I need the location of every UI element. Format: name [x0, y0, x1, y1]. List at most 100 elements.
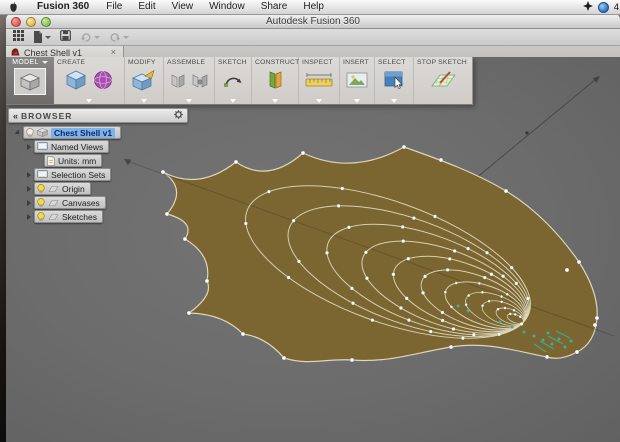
- measure-icon[interactable]: [304, 70, 334, 95]
- menu-file[interactable]: File: [98, 0, 130, 14]
- expand-arrow-icon[interactable]: [27, 171, 31, 178]
- ribbon-section-insert: INSERT: [340, 57, 375, 104]
- tab-close-icon[interactable]: ×: [111, 48, 116, 57]
- sketch-spline-icon[interactable]: [222, 69, 244, 96]
- section-label-construct: CONSTRUCT: [255, 59, 300, 66]
- close-window-button[interactable]: [11, 17, 21, 27]
- menu-app-name[interactable]: Fusion 360: [28, 0, 98, 14]
- ribbon-section-stop-sketch: STOP SKETCH: [414, 57, 472, 104]
- section-label-inspect: INSPECT: [302, 59, 333, 66]
- section-label-sketch: SKETCH: [218, 59, 247, 66]
- desktop: { "menubar": { "app_name": "Fusion 360",…: [0, 0, 620, 442]
- modify-dropdown-icon[interactable]: [141, 99, 147, 103]
- tree-item-units[interactable]: Units: mm: [8, 154, 188, 167]
- tree-item-selection-sets[interactable]: Selection Sets: [8, 168, 188, 181]
- insert-dropdown-icon[interactable]: [354, 99, 360, 103]
- visibility-bulb-icon[interactable]: [26, 127, 34, 138]
- tree-item-label[interactable]: Canvases: [62, 198, 100, 208]
- workspace-model-label: MODEL: [12, 59, 39, 66]
- tree-item-sketches[interactable]: Sketches: [8, 210, 188, 223]
- zoom-window-button[interactable]: [41, 17, 51, 27]
- press-pull-icon[interactable]: [132, 68, 156, 97]
- menu-share[interactable]: Share: [253, 0, 296, 14]
- save-icon[interactable]: [60, 28, 71, 46]
- viewport[interactable]: MODEL CREATE MODIFY ASSEMBLE SKETCH CONS…: [6, 57, 620, 442]
- spaces-icon[interactable]: [582, 0, 593, 14]
- visibility-bulb-icon[interactable]: [37, 183, 45, 194]
- create-dropdown-icon[interactable]: [86, 99, 92, 103]
- redo-button[interactable]: [109, 32, 129, 42]
- tree-item-named-views[interactable]: Named Views: [8, 140, 188, 153]
- document-tab-title: Chest Shell v1: [24, 47, 83, 58]
- tree-item-label[interactable]: Named Views: [51, 142, 103, 152]
- tree-item-label[interactable]: Origin: [62, 184, 85, 194]
- tree-item-canvases[interactable]: Canvases: [8, 196, 188, 209]
- window-title: Autodesk Fusion 360: [266, 15, 360, 27]
- collapse-panel-icon[interactable]: «: [13, 111, 18, 121]
- model-dropdown-icon: [41, 61, 48, 64]
- expand-arrow-icon[interactable]: [27, 199, 31, 206]
- browser-panel: « BROWSER Chest Shell v1 Named Views Uni…: [8, 108, 188, 223]
- named-views-icon: [37, 142, 48, 150]
- tree-item-origin[interactable]: Origin: [8, 182, 188, 195]
- menu-edit[interactable]: Edit: [130, 0, 163, 14]
- ribbon-toolbar: MODEL CREATE MODIFY ASSEMBLE SKETCH CONS…: [6, 57, 473, 105]
- browser-header-label: BROWSER: [21, 110, 73, 121]
- expand-arrow-icon[interactable]: [14, 128, 22, 137]
- construct-dropdown-icon[interactable]: [272, 99, 278, 103]
- construct-plane-icon[interactable]: [263, 69, 287, 96]
- fusion-window: Autodesk Fusion 360 Chest Shell v1 × MOD…: [6, 14, 620, 442]
- browser-header[interactable]: « BROWSER: [8, 108, 188, 123]
- sketch-dropdown-icon[interactable]: [230, 99, 236, 103]
- apple-menu-icon[interactable]: [9, 1, 18, 13]
- data-panel-grid-icon[interactable]: [13, 28, 24, 46]
- canvases-folder-icon: [48, 199, 59, 206]
- ribbon-section-construct: CONSTRUCT: [252, 57, 299, 104]
- tree-item-root[interactable]: Chest Shell v1: [8, 126, 188, 139]
- ribbon-section-modify: MODIFY: [125, 57, 164, 104]
- expand-arrow-icon[interactable]: [27, 213, 31, 220]
- browser-gear-icon[interactable]: [174, 110, 183, 121]
- sync-globe-icon[interactable]: [597, 1, 609, 13]
- expand-arrow-icon[interactable]: [27, 143, 31, 150]
- expand-arrow-icon[interactable]: [27, 185, 31, 192]
- create-box-icon[interactable]: [64, 68, 88, 97]
- undo-button[interactable]: [80, 32, 100, 42]
- workspace-model-button[interactable]: MODEL: [6, 57, 54, 104]
- insert-image-icon[interactable]: [345, 70, 369, 95]
- ribbon-section-select: SELECT: [375, 57, 414, 104]
- inspect-dropdown-icon[interactable]: [316, 99, 322, 103]
- browser-tree: Chest Shell v1 Named Views Units: mm Sel…: [8, 126, 188, 223]
- component-icon: [37, 128, 48, 137]
- ribbon-section-inspect: INSPECT: [299, 57, 340, 104]
- menu-status-count: 4: [613, 1, 619, 13]
- section-label-create: CREATE: [57, 59, 86, 66]
- sketches-folder-icon: [48, 213, 59, 220]
- create-form-icon[interactable]: [92, 69, 114, 96]
- section-label-modify: MODIFY: [128, 59, 156, 66]
- selection-sets-icon: [37, 170, 48, 178]
- minimize-window-button[interactable]: [26, 17, 36, 27]
- menu-help[interactable]: Help: [295, 0, 332, 14]
- visibility-bulb-icon[interactable]: [37, 197, 45, 208]
- ribbon-section-assemble: ASSEMBLE: [164, 57, 215, 104]
- file-menu-button[interactable]: [33, 31, 51, 43]
- visibility-bulb-icon[interactable]: [37, 211, 45, 222]
- joint-icon[interactable]: [191, 70, 209, 95]
- tree-item-label[interactable]: Selection Sets: [51, 170, 105, 180]
- macos-menu-bar: Fusion 360 File Edit View Window Share H…: [0, 0, 620, 15]
- tree-item-label[interactable]: Sketches: [62, 212, 97, 222]
- section-label-stop-sketch: STOP SKETCH: [417, 59, 467, 66]
- assemble-dropdown-icon[interactable]: [186, 99, 192, 103]
- redo-dropdown-icon: [123, 35, 129, 39]
- new-component-icon[interactable]: [169, 70, 187, 95]
- menu-window[interactable]: Window: [201, 0, 253, 14]
- menu-view[interactable]: View: [164, 0, 202, 14]
- tree-item-label[interactable]: Units: mm: [58, 156, 96, 166]
- stop-sketch-icon[interactable]: [428, 69, 458, 96]
- window-title-bar[interactable]: Autodesk Fusion 360: [6, 14, 620, 29]
- select-icon[interactable]: [383, 69, 405, 96]
- select-dropdown-icon[interactable]: [391, 99, 397, 103]
- section-label-assemble: ASSEMBLE: [167, 59, 206, 66]
- tree-item-label[interactable]: Chest Shell v1: [51, 127, 116, 138]
